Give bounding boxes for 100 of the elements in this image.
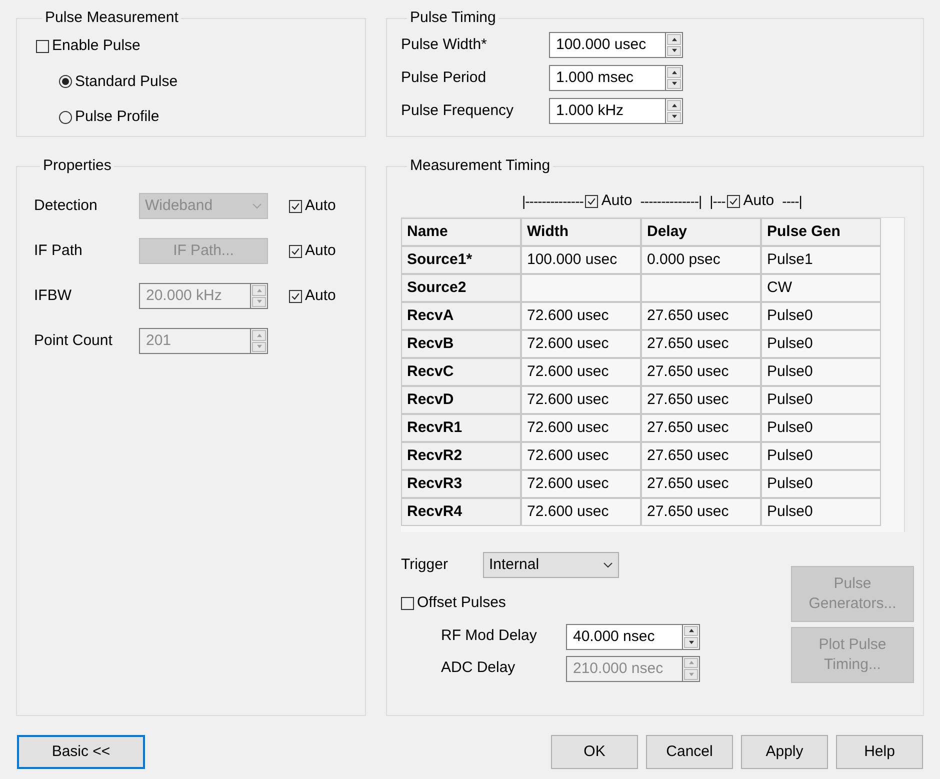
checkbox-label: Auto — [743, 190, 774, 211]
up-arrow-icon — [670, 36, 678, 42]
down-arrow-icon — [688, 640, 694, 645]
group-title: Pulse Measurement — [44, 9, 180, 27]
spin-down-button[interactable] — [667, 78, 681, 89]
bracket-dashes: |--- — [710, 192, 726, 211]
row-header: RecvR1 — [401, 414, 521, 442]
column-header[interactable]: Name — [401, 218, 521, 246]
table-cell: 100.000 usec — [521, 246, 641, 274]
table-cell: Pulse0 — [761, 302, 881, 330]
down-arrow-icon — [688, 672, 694, 677]
spin-field[interactable]: 100.000 usec — [549, 32, 683, 58]
group-title: Measurement Timing — [409, 157, 552, 175]
table-cell: 0.000 psec — [641, 246, 761, 274]
down-arrow-icon — [256, 344, 262, 350]
table-cell: Pulse1 — [761, 246, 881, 274]
spin-field[interactable]: 1.000 kHz — [549, 98, 683, 124]
table-cell: 72.600 usec — [521, 442, 641, 470]
down-arrow-icon — [670, 48, 678, 54]
checkbox[interactable] — [36, 40, 49, 53]
row-header: RecvR4 — [401, 498, 521, 526]
spin-up-button[interactable] — [667, 67, 681, 78]
table-cell: 72.600 usec — [521, 302, 641, 330]
table-cell: 72.600 usec — [521, 330, 641, 358]
bracket-dashes: ----| — [782, 192, 802, 211]
spin-field[interactable]: 1.000 msec — [549, 65, 683, 91]
field-label: IFBW — [34, 286, 72, 306]
row-header: Source2 — [401, 274, 521, 302]
button[interactable]: Cancel — [646, 735, 733, 769]
table-cell: 27.650 usec — [641, 330, 761, 358]
down-arrow-icon — [256, 299, 262, 304]
row-header: Source1* — [401, 246, 521, 274]
table-cell: 27.650 usec — [641, 498, 761, 526]
radio-label: Standard Pulse — [75, 72, 178, 92]
down-arrow-icon — [670, 114, 678, 120]
row-header: RecvA — [401, 302, 521, 330]
table-cell: Pulse0 — [761, 414, 881, 442]
down-arrow-icon — [670, 81, 678, 86]
field-label: Detection — [34, 196, 98, 216]
up-arrow-icon — [670, 70, 678, 75]
table-cell: 27.650 usec — [641, 414, 761, 442]
table-cell: 27.650 usec — [641, 386, 761, 414]
spin-down-button[interactable] — [667, 112, 681, 122]
checkbox-label: Offset Pulses — [417, 593, 506, 613]
group-title: Pulse Timing — [409, 9, 497, 27]
field-label: RF Mod Delay — [441, 626, 538, 646]
spin-down-button[interactable] — [684, 637, 698, 648]
up-arrow-icon — [670, 102, 678, 108]
table-cell: 27.650 usec — [641, 302, 761, 330]
field-label: IF Path — [34, 240, 84, 261]
checkbox-label: Auto — [305, 240, 336, 261]
checkbox[interactable] — [727, 194, 740, 208]
checkbox-label: Enable Pulse — [52, 36, 140, 56]
table-cell: 27.650 usec — [641, 470, 761, 498]
row-header: RecvR3 — [401, 470, 521, 498]
up-arrow-icon — [688, 628, 694, 634]
table-cell: 72.600 usec — [521, 498, 641, 526]
spin-down-button[interactable] — [667, 46, 681, 56]
row-header: RecvD — [401, 386, 521, 414]
radio-button[interactable] — [59, 75, 72, 88]
table-cell: Pulse0 — [761, 442, 881, 470]
group-title: Properties — [42, 157, 112, 175]
chevron-down-icon — [603, 562, 613, 568]
checkbox-label: Auto — [305, 196, 336, 216]
table-cell: Pulse0 — [761, 358, 881, 386]
table-cell: 72.600 usec — [521, 386, 641, 414]
row-header: RecvB — [401, 330, 521, 358]
spin-field[interactable]: 40.000 nsec — [566, 624, 700, 650]
field-label: Pulse Period — [401, 68, 488, 88]
up-arrow-icon — [688, 660, 694, 666]
field-label: Pulse Frequency — [401, 100, 515, 121]
checkbox[interactable] — [585, 194, 598, 208]
table-cell: Pulse0 — [761, 330, 881, 358]
checkbox-label: Auto — [305, 286, 336, 306]
table-cell: 72.600 usec — [521, 414, 641, 442]
button[interactable]: Help — [836, 735, 923, 769]
table-cell: CW — [761, 274, 881, 302]
button[interactable]: Basic << — [17, 735, 145, 769]
row-header: RecvR2 — [401, 442, 521, 470]
spin-up-button[interactable] — [684, 626, 698, 636]
table-cell: Pulse0 — [761, 498, 881, 526]
button[interactable]: Apply — [741, 735, 828, 769]
field-label: ADC Delay — [441, 658, 516, 678]
dropdown[interactable]: Internal — [483, 552, 619, 578]
spin-up-button[interactable] — [667, 34, 681, 44]
radio-button[interactable] — [59, 110, 72, 124]
field-label: Pulse Width* — [401, 34, 488, 55]
up-arrow-icon — [256, 332, 262, 338]
button[interactable]: OK — [551, 735, 638, 769]
field-label: Trigger — [401, 554, 449, 575]
column-header[interactable]: Pulse Gen — [761, 218, 881, 246]
table-cell: Pulse0 — [761, 470, 881, 498]
column-header[interactable]: Width — [521, 218, 641, 246]
spin-up-button[interactable] — [667, 100, 681, 110]
table-cell: 27.650 usec — [641, 358, 761, 386]
column-header[interactable]: Delay — [641, 218, 761, 246]
checkbox[interactable] — [401, 596, 414, 610]
table-cell: 72.600 usec — [521, 358, 641, 386]
table-cell: 72.600 usec — [521, 470, 641, 498]
checkbox-label: Auto — [601, 190, 632, 211]
